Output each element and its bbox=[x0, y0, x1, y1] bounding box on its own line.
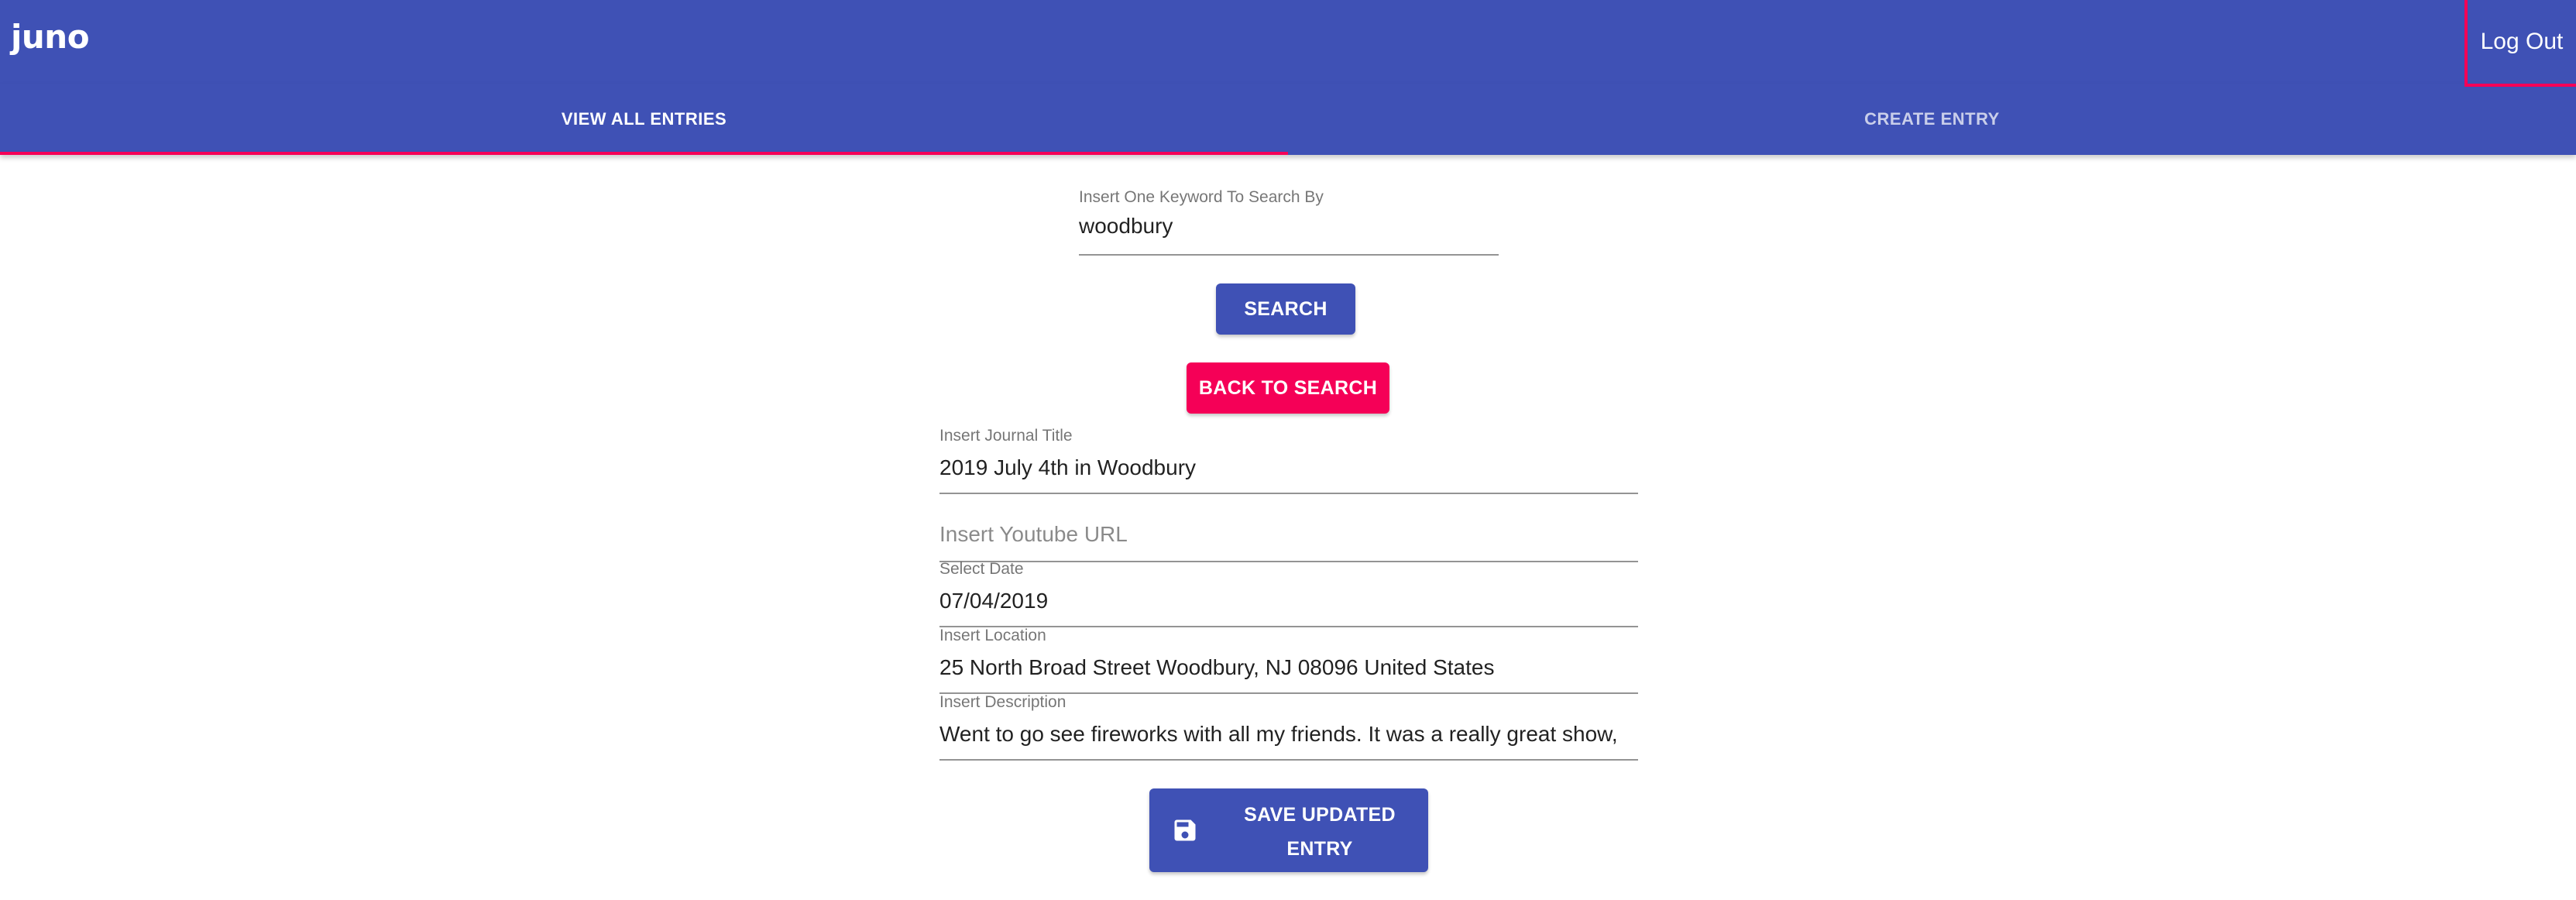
description-field[interactable]: Insert Description Went to go see firewo… bbox=[939, 692, 1638, 761]
date-input[interactable]: 07/04/2019 bbox=[939, 586, 1638, 617]
date-label: Select Date bbox=[939, 560, 1024, 578]
search-input[interactable]: woodbury bbox=[1079, 211, 1499, 242]
description-input[interactable]: Went to go see fireworks with all my fri… bbox=[939, 719, 1638, 750]
tab-create-entry[interactable]: CREATE ENTRY bbox=[1288, 84, 2576, 155]
journal-title-underline bbox=[939, 493, 1638, 494]
save-button-label-line2: ENTRY bbox=[1286, 838, 1353, 860]
back-to-search-button[interactable]: BACK TO SEARCH bbox=[1187, 362, 1389, 414]
logout-button[interactable]: Log Out bbox=[2464, 0, 2576, 87]
description-underline bbox=[939, 759, 1638, 761]
search-field[interactable]: Insert One Keyword To Search By woodbury bbox=[1079, 187, 1499, 256]
toolbar: juno Log Out bbox=[0, 0, 2576, 87]
save-button-label: SAVE UPDATED ENTRY bbox=[1219, 798, 1420, 866]
app-logo: juno bbox=[11, 18, 90, 56]
date-field[interactable]: Select Date 07/04/2019 bbox=[939, 559, 1638, 627]
description-label: Insert Description bbox=[939, 693, 1066, 711]
nav-tabs: VIEW ALL ENTRIES CREATE ENTRY bbox=[0, 84, 2576, 155]
youtube-url-field[interactable]: Insert Youtube URL bbox=[939, 519, 1638, 562]
tab-view-all-entries[interactable]: VIEW ALL ENTRIES bbox=[0, 84, 1288, 155]
location-label: Insert Location bbox=[939, 627, 1046, 644]
journal-title-input[interactable]: 2019 July 4th in Woodbury bbox=[939, 452, 1638, 483]
journal-title-label: Insert Journal Title bbox=[939, 427, 1073, 445]
location-input[interactable]: 25 North Broad Street Woodbury, NJ 08096… bbox=[939, 652, 1638, 683]
search-button[interactable]: SEARCH bbox=[1216, 283, 1355, 335]
location-field[interactable]: Insert Location 25 North Broad Street Wo… bbox=[939, 626, 1638, 694]
search-underline bbox=[1079, 254, 1499, 256]
save-updated-entry-button[interactable]: SAVE UPDATED ENTRY bbox=[1149, 788, 1428, 872]
search-field-label: Insert One Keyword To Search By bbox=[1079, 188, 1324, 206]
youtube-url-input[interactable]: Insert Youtube URL bbox=[939, 519, 1638, 550]
journal-title-field[interactable]: Insert Journal Title 2019 July 4th in Wo… bbox=[939, 426, 1638, 494]
app-bar: juno Log Out VIEW ALL ENTRIES CREATE ENT… bbox=[0, 0, 2576, 155]
floppy-disk-icon bbox=[1171, 816, 1199, 844]
save-button-label-line1: SAVE UPDATED bbox=[1244, 804, 1396, 826]
